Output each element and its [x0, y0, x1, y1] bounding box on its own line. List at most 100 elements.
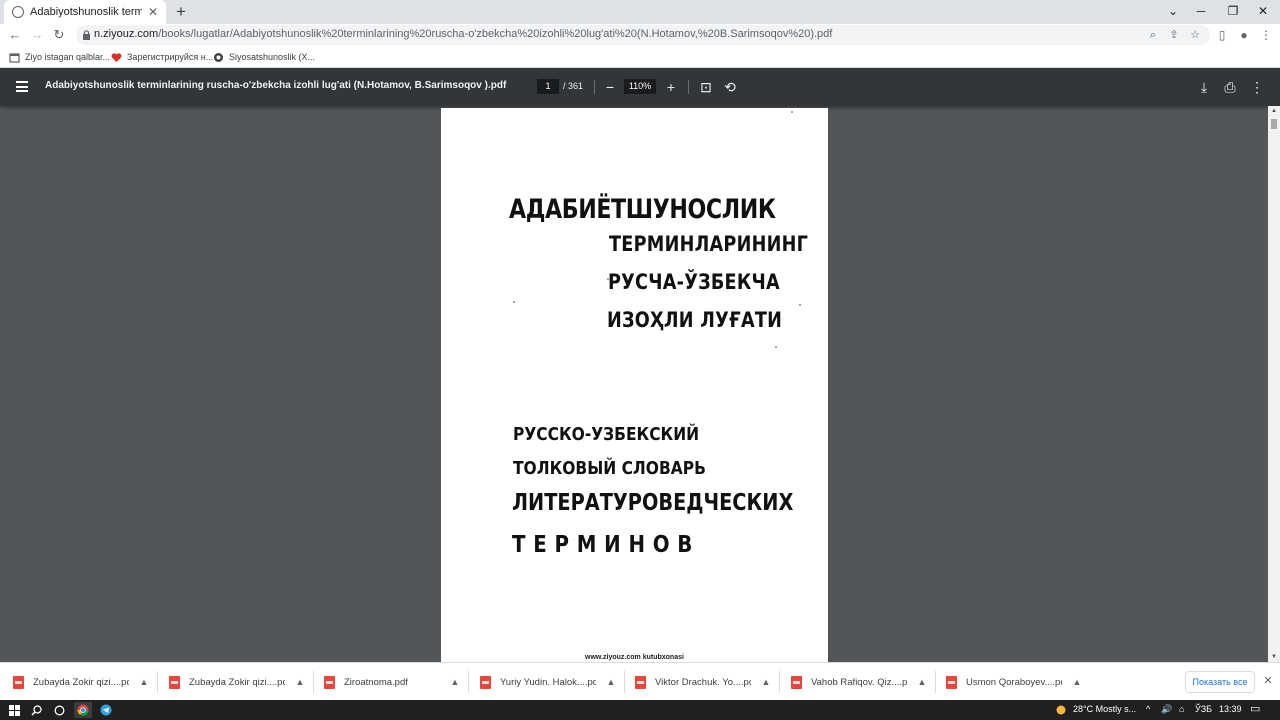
browser-menu-icon[interactable]: ⋮ [1256, 25, 1276, 45]
pdf-file-icon [635, 675, 646, 689]
download-item[interactable]: Vahob Rafiqov. Qiz....pdf ▲ [791, 663, 929, 701]
tab-strip: Adabiyotshunoslik terminlarining ✕ + ⌄ ─… [0, 0, 1280, 24]
lock-icon[interactable] [82, 30, 91, 40]
bookmark-item[interactable]: Зарегистрируйся н... [111, 49, 213, 65]
search-icon[interactable] [28, 702, 44, 718]
scan-speck [799, 304, 801, 306]
bookmark-label: Ziyo istagan qalblar... [25, 52, 111, 62]
divider [313, 671, 314, 693]
download-filename: Zubayda Zokir qizi....pdf [189, 676, 285, 688]
scroll-thumb[interactable] [1271, 119, 1277, 129]
restore-button[interactable]: ❐ [1216, 0, 1250, 24]
zoom-out-button[interactable]: − [602, 78, 618, 96]
print-icon[interactable]: ⎙ [1222, 78, 1238, 96]
volume-icon[interactable]: 🔊 [1161, 704, 1172, 715]
network-icon[interactable]: ⌂ [1179, 704, 1184, 714]
chevron-up-icon[interactable]: ▲ [293, 677, 307, 687]
ru-title-line-2: ТОЛКОВЫЙ СЛОВАРЬ [513, 458, 706, 479]
download-icon[interactable]: ⤓ [1196, 78, 1212, 96]
address-bar[interactable]: n.ziyouz.com/books/lugatlar/Adabiyotshun… [76, 25, 1210, 45]
divider [468, 671, 469, 693]
bookmark-item[interactable]: Siyosatshunoslik (X... [213, 49, 315, 65]
chevron-up-icon[interactable]: ▲ [137, 677, 151, 687]
ru-title-line-3: ЛИТЕРАТУРОВЕДЧЕСКИХ [512, 490, 794, 516]
globe-icon [12, 6, 24, 18]
back-button[interactable]: ← [4, 25, 26, 45]
chrome-taskbar-icon[interactable] [74, 702, 92, 718]
minimize-button[interactable]: ─ [1184, 0, 1218, 24]
close-shelf-icon[interactable]: ✕ [1262, 673, 1274, 689]
bookmark-item[interactable]: Ziyo istagan qalblar... [9, 49, 110, 65]
browser-toolbar: ← → ↻ n.ziyouz.com/books/lugatlar/Adabiy… [0, 24, 1280, 46]
more-actions-icon[interactable]: ⋮ [1249, 78, 1265, 96]
globe-icon [214, 52, 223, 62]
download-item[interactable]: Zubayda Zokir qizi....pdf ▲ [13, 663, 151, 701]
share-icon[interactable]: ⇪ [1165, 27, 1183, 43]
scan-speck [775, 346, 777, 348]
divider [935, 671, 936, 693]
chevron-up-icon[interactable]: ▲ [1070, 677, 1084, 687]
browser-tab-active[interactable]: Adabiyotshunoslik terminlarining ✕ [4, 0, 166, 24]
new-tab-button[interactable]: + [172, 2, 190, 22]
page-footer-text: www.ziyouz.com kutubxonasi [585, 654, 684, 661]
divider [779, 671, 780, 693]
chevron-up-icon[interactable]: ▲ [604, 677, 618, 687]
fit-page-icon[interactable]: ⊡ [698, 78, 714, 96]
download-filename: Usmon Qoraboyev....pdf [966, 676, 1062, 688]
url-host: n.ziyouz.com [94, 28, 159, 40]
profile-avatar-icon[interactable]: ● [1234, 25, 1254, 45]
document-scrollbar[interactable]: ▲ ▼ [1268, 106, 1280, 662]
chevron-up-icon[interactable]: ▲ [915, 677, 929, 687]
download-item[interactable]: Usmon Qoraboyev....pdf ▲ [946, 663, 1084, 701]
close-window-button[interactable]: ✕ [1246, 0, 1280, 24]
weather-text[interactable]: 28°C Mostly s... [1073, 704, 1136, 714]
zoom-in-button[interactable]: + [663, 78, 679, 96]
notification-icon[interactable]: ▭ [1250, 702, 1260, 715]
download-filename: Vahob Rafiqov. Qiz....pdf [811, 676, 907, 688]
menu-hamburger-icon[interactable] [16, 81, 28, 92]
telegram-taskbar-icon[interactable] [97, 702, 115, 718]
rotate-icon[interactable]: ⟲ [722, 78, 738, 96]
ru-title-line-4: ТЕРМИНОВ [512, 532, 701, 558]
red-heart-icon [111, 52, 122, 62]
task-view-icon[interactable] [51, 702, 67, 718]
download-item[interactable]: Ziroatnoma.pdf ▲ [324, 663, 462, 701]
uz-title-line-2: ТЕРМИНЛАРИНИНГ [609, 232, 809, 256]
toolbar-divider [688, 80, 689, 94]
page-number-input[interactable]: 1 [537, 79, 559, 94]
tab-title: Adabiyotshunoslik terminlarining [30, 6, 142, 18]
zoom-icon[interactable]: ⌕ [1144, 27, 1162, 43]
scroll-up-arrow-icon[interactable]: ▲ [1268, 106, 1280, 116]
download-item[interactable]: Yuriy Yudin. Halok....pdf ▲ [480, 663, 618, 701]
forward-button[interactable]: → [26, 25, 48, 45]
windows-taskbar: 28°C Mostly s... ^ 🔊 ⌂ ЎЗБ 13:39 ▭ [0, 700, 1280, 720]
uz-title-line-4: ИЗОҲЛИ ЛУҒАТИ [607, 308, 783, 332]
tab-close-icon[interactable]: ✕ [146, 5, 160, 19]
download-filename: Viktor Drachuk. Yo....pdf [655, 676, 751, 688]
bookmark-star-icon[interactable]: ☆ [1186, 27, 1204, 43]
url-text[interactable]: n.ziyouz.com/books/lugatlar/Adabiyotshun… [94, 28, 832, 40]
zoom-level-input[interactable]: 110% [624, 79, 656, 94]
pdf-file-icon [324, 675, 335, 689]
input-language[interactable]: ЎЗБ [1195, 704, 1212, 714]
bookmark-page-icon [9, 52, 20, 63]
chevron-up-icon[interactable]: ▲ [759, 677, 773, 687]
pdf-file-icon [946, 675, 957, 689]
clock-time[interactable]: 13:39 [1219, 704, 1242, 714]
pdf-title: Adabiyotshunoslik terminlarining ruscha-… [45, 80, 507, 91]
weather-icon[interactable] [1054, 702, 1068, 718]
scan-speck [513, 301, 515, 303]
divider [157, 671, 158, 693]
download-filename: Yuriy Yudin. Halok....pdf [500, 676, 596, 688]
side-panel-icon[interactable]: ▯ [1212, 25, 1232, 45]
scroll-down-arrow-icon[interactable]: ▼ [1268, 652, 1280, 662]
show-all-downloads-button[interactable]: Показать все [1185, 671, 1255, 693]
windows-start-icon[interactable] [6, 702, 22, 718]
download-item[interactable]: Zubayda Zokir qizi....pdf ▲ [169, 663, 307, 701]
pdf-file-icon [13, 675, 24, 689]
download-item[interactable]: Viktor Drachuk. Yo....pdf ▲ [635, 663, 773, 701]
chevron-up-icon[interactable]: ▲ [448, 677, 462, 687]
bookmark-label: Siyosatshunoslik (X... [229, 52, 316, 62]
tray-overflow-icon[interactable]: ^ [1146, 704, 1150, 714]
reload-button[interactable]: ↻ [48, 25, 70, 45]
